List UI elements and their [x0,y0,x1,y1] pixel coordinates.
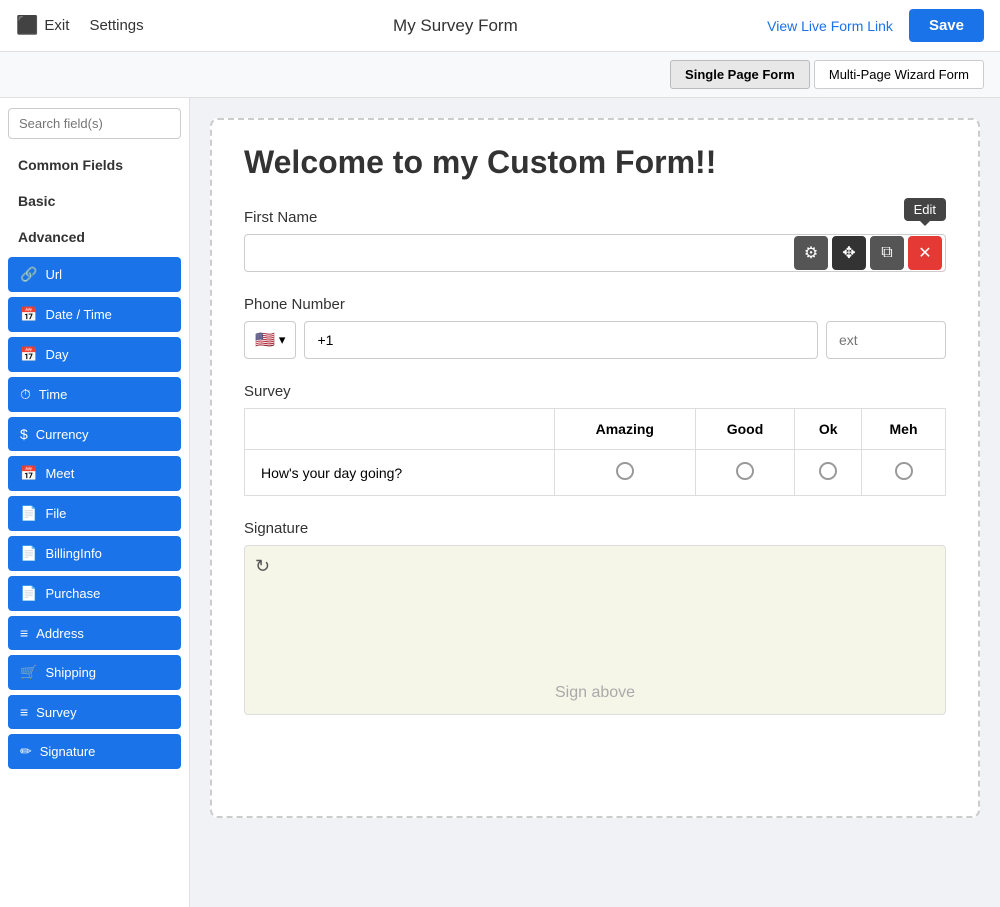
day-icon: 📅 [20,346,37,363]
form-container: Welcome to my Custom Form!! First Name E… [210,118,980,818]
survey-col-ok: Ok [795,409,862,450]
sidebar-section-common-fields[interactable]: Common Fields [8,149,181,181]
exit-button[interactable]: ⬛ Exit [16,15,69,36]
address-icon: ≡ [20,625,28,641]
header: ⬛ Exit Settings My Survey Form View Live… [0,0,1000,52]
radio-amazing-icon [616,462,634,480]
sidebar-btn-meet[interactable]: 📅 Meet [8,456,181,491]
save-button[interactable]: Save [909,9,984,42]
radio-good-icon [736,462,754,480]
url-icon: 🔗 [20,266,37,283]
survey-icon: ≡ [20,704,28,720]
exit-label: Exit [44,17,69,34]
survey-table: Amazing Good Ok Meh How's your day going… [244,408,946,496]
survey-radio-good[interactable] [695,450,795,496]
phone-field-group: Phone Number 🇺🇸 ▾ [244,296,946,359]
view-live-form-link[interactable]: View Live Form Link [767,18,893,34]
time-icon: ⏱ [20,386,31,403]
phone-number-input[interactable] [304,321,818,359]
file-icon: 📄 [20,505,37,522]
first-name-input-wrapper: Edit ⚙ ✥ ⧉ ✕ [244,234,946,272]
signature-label: Signature [244,520,946,537]
header-right: View Live Form Link Save [767,9,984,42]
meet-icon: 📅 [20,465,37,482]
single-page-form-button[interactable]: Single Page Form [670,60,810,89]
billinginfo-icon: 📄 [20,545,37,562]
sidebar-section-advanced[interactable]: Advanced [8,221,181,253]
survey-header-row: Amazing Good Ok Meh [245,409,946,450]
currency-icon: $ [20,426,28,442]
refresh-icon[interactable]: ↻ [255,556,270,577]
shipping-icon: 🛒 [20,664,37,681]
settings-link[interactable]: Settings [89,17,143,34]
purchase-icon: 📄 [20,585,37,602]
first-name-field-group: First Name Edit ⚙ ✥ ⧉ ✕ [244,209,946,272]
radio-ok-icon [819,462,837,480]
sidebar-btn-purchase[interactable]: 📄 Purchase [8,576,181,611]
multi-page-wizard-form-button[interactable]: Multi-Page Wizard Form [814,60,984,89]
sidebar-section-basic[interactable]: Basic [8,185,181,217]
survey-radio-amazing[interactable] [555,450,696,496]
sidebar-btn-datetime[interactable]: 📅 Date / Time [8,297,181,332]
survey-label: Survey [244,383,946,400]
survey-col-meh: Meh [862,409,946,450]
edit-settings-button[interactable]: ⚙ [794,236,828,270]
sidebar-btn-billinginfo[interactable]: 📄 BillingInfo [8,536,181,571]
sidebar-btn-currency[interactable]: $ Currency [8,417,181,451]
phone-row: 🇺🇸 ▾ [244,321,946,359]
phone-ext-input[interactable] [826,321,946,359]
search-input[interactable] [8,108,181,139]
sidebar-btn-day[interactable]: 📅 Day [8,337,181,372]
survey-col-amazing: Amazing [555,409,696,450]
radio-meh-icon [895,462,913,480]
signature-area[interactable]: ↻ Sign above [244,545,946,715]
sidebar-btn-address[interactable]: ≡ Address [8,616,181,650]
edit-delete-button[interactable]: ✕ [908,236,942,270]
survey-col-good: Good [695,409,795,450]
signature-field-group: Signature ↻ Sign above [244,520,946,715]
table-row: How's your day going? [245,450,946,496]
sub-header: Single Page Form Multi-Page Wizard Form [0,52,1000,98]
form-title: Welcome to my Custom Form!! [244,144,946,181]
phone-label: Phone Number [244,296,946,313]
sidebar-btn-shipping[interactable]: 🛒 Shipping [8,655,181,690]
sidebar: Common Fields Basic Advanced 🔗 Url 📅 Dat… [0,98,190,907]
phone-prefix: ▾ [279,332,286,348]
first-name-label: First Name [244,209,946,226]
sidebar-btn-time[interactable]: ⏱ Time [8,377,181,412]
signature-placeholder: Sign above [555,684,635,702]
main-layout: Common Fields Basic Advanced 🔗 Url 📅 Dat… [0,98,1000,907]
survey-col-question [245,409,555,450]
edit-move-button[interactable]: ✥ [832,236,866,270]
header-title: My Survey Form [393,16,518,36]
header-left: ⬛ Exit Settings [16,15,144,36]
survey-radio-meh[interactable] [862,450,946,496]
flag-icon: 🇺🇸 [255,330,275,350]
sidebar-btn-url[interactable]: 🔗 Url [8,257,181,292]
signature-icon: ✏ [20,743,32,760]
exit-icon: ⬛ [16,15,38,36]
survey-radio-ok[interactable] [795,450,862,496]
content-area: Welcome to my Custom Form!! First Name E… [190,98,1000,907]
survey-question: How's your day going? [245,450,555,496]
sidebar-btn-file[interactable]: 📄 File [8,496,181,531]
survey-field-group: Survey Amazing Good Ok Meh How's y [244,383,946,496]
sidebar-btn-signature[interactable]: ✏ Signature [8,734,181,769]
sidebar-btn-survey[interactable]: ≡ Survey [8,695,181,729]
edit-actions: ⚙ ✥ ⧉ ✕ [794,236,942,270]
edit-tooltip: Edit [904,198,946,221]
phone-country-selector[interactable]: 🇺🇸 ▾ [244,321,296,359]
edit-copy-button[interactable]: ⧉ [870,236,904,270]
datetime-icon: 📅 [20,306,37,323]
